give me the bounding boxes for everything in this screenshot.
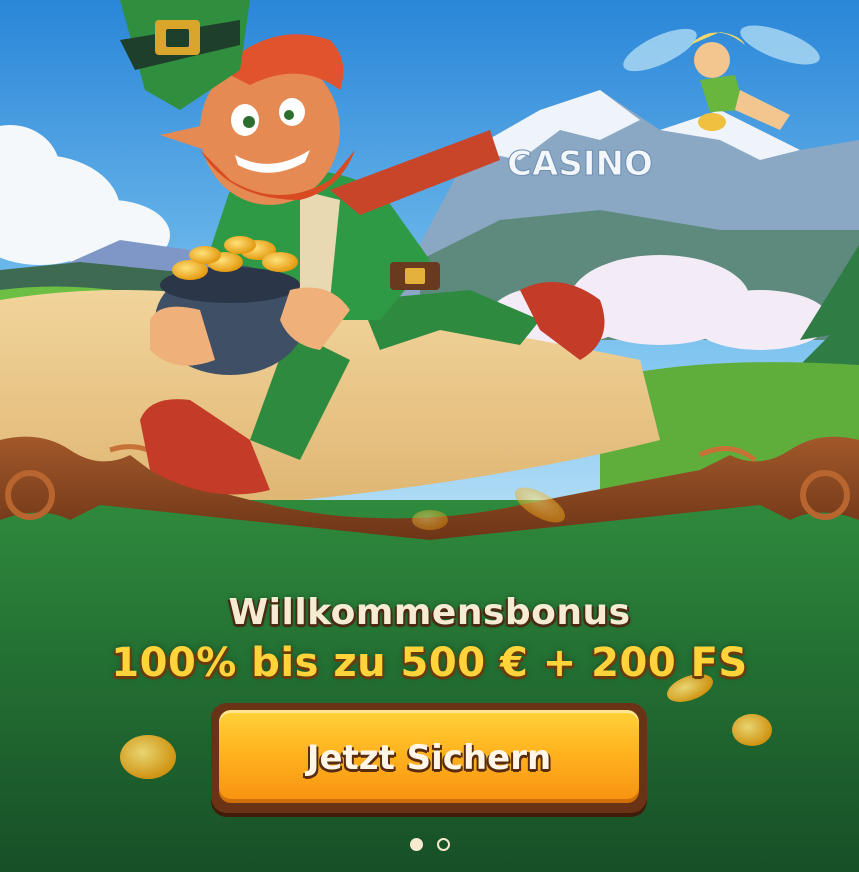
casino-sign: CASINO <box>507 144 653 184</box>
promo-banner: CASINO Willkommensbonus 100% bis zu 500 … <box>0 0 859 872</box>
claim-bonus-button-face[interactable]: Jetzt Sichern <box>219 710 639 803</box>
carousel-dot-1[interactable] <box>409 838 423 851</box>
claim-bonus-button-label: Jetzt Sichern <box>306 738 552 778</box>
carousel-pagination <box>0 838 859 851</box>
claim-bonus-button[interactable]: Jetzt Sichern <box>211 703 647 813</box>
promo-title: Willkommensbonus <box>228 592 631 633</box>
carousel-dot-2[interactable] <box>436 838 450 851</box>
promo-offer: 100% bis zu 500 € + 200 FS <box>111 640 748 686</box>
